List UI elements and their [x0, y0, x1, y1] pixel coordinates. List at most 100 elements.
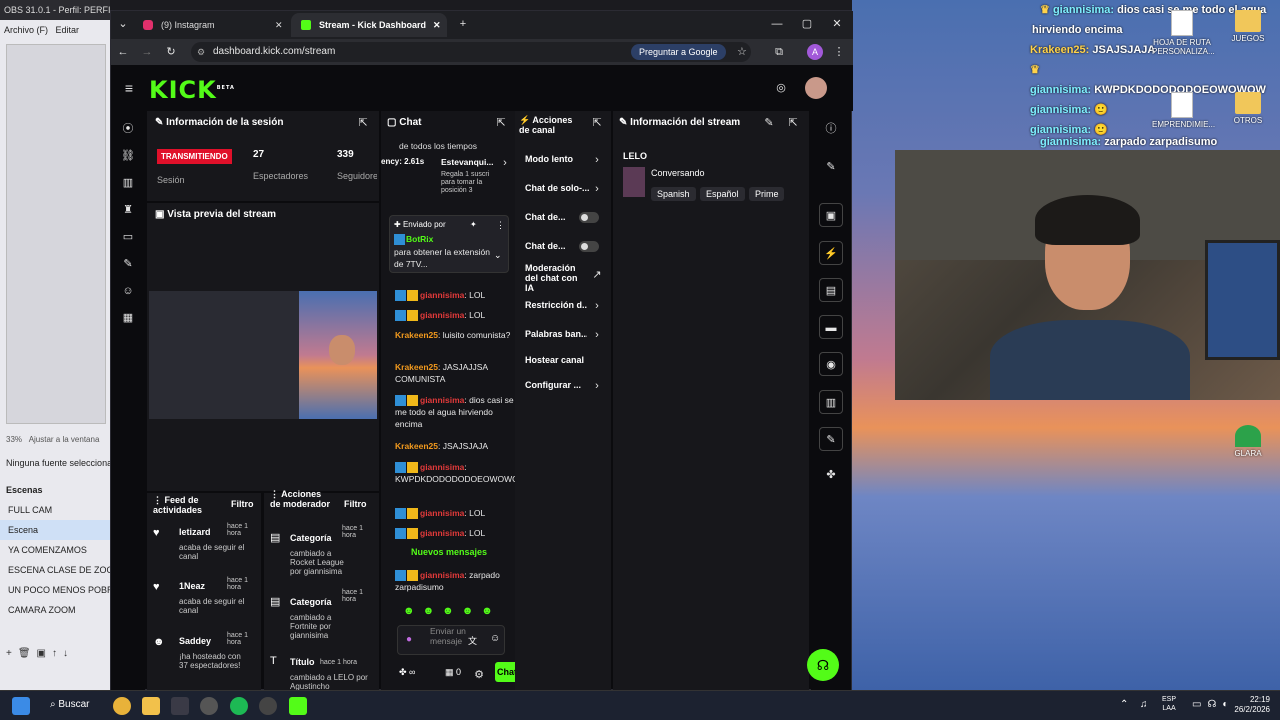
edit-icon[interactable]: ✎ — [761, 115, 777, 131]
translate-icon[interactable]: 文 — [468, 634, 477, 647]
obs-scene-item[interactable]: ESCENA CLASE DE ZOOM — [0, 560, 110, 580]
profile-avatar[interactable]: A — [807, 44, 823, 60]
spotify-icon[interactable] — [230, 697, 248, 715]
action-configure[interactable]: Configurar ... — [525, 380, 587, 390]
send-chat-button[interactable]: Chat — [495, 662, 515, 682]
notifications-icon[interactable]: ◎ — [773, 80, 789, 96]
notes-icon[interactable]: ▤ — [819, 278, 843, 302]
settings-icon[interactable]: ⚙ — [471, 667, 487, 683]
gift-icon[interactable]: ▦ — [120, 310, 136, 326]
tab-kick-dashboard[interactable]: Stream - Kick Dashboard ✕ — [291, 13, 447, 37]
mic-icon[interactable]: ● — [406, 634, 412, 645]
mod-filter-button[interactable]: Filtro — [344, 499, 367, 509]
new-messages-divider[interactable]: Nuevos mensajes — [391, 547, 507, 557]
stream-preview-video[interactable] — [149, 291, 377, 419]
chevron-right-icon[interactable]: › — [497, 155, 513, 171]
gift-user[interactable]: Estevanqui... — [441, 157, 493, 167]
minimize-icon[interactable]: — — [769, 16, 785, 32]
obs-scene-toolbar[interactable]: +🗑▣↑↓ — [6, 648, 74, 659]
chevron-right-icon[interactable]: › — [589, 298, 605, 314]
reload-icon[interactable]: ↻ — [163, 44, 179, 60]
kick-app-icon[interactable] — [289, 697, 307, 715]
chevron-down-icon[interactable]: ⌄ — [494, 250, 502, 261]
points-indicator[interactable]: ✤ ∞ — [399, 667, 415, 678]
kick-logo[interactable]: KICKBETA — [149, 76, 235, 104]
emote-only-toggle[interactable] — [579, 241, 599, 252]
chevron-right-icon[interactable]: › — [589, 378, 605, 394]
menu-dots-icon[interactable]: ⋮ — [831, 44, 847, 60]
feed-user[interactable]: Saddey — [179, 636, 211, 646]
analytics-icon[interactable]: ▥ — [120, 175, 136, 191]
feed-user[interactable]: letizard — [179, 527, 211, 537]
obs-menu-editar[interactable]: Editar — [56, 25, 80, 35]
clip-icon[interactable]: ▣ — [819, 203, 843, 227]
chevron-right-icon[interactable]: › — [589, 152, 605, 168]
users-icon[interactable]: ☺ — [120, 283, 136, 299]
bolt-icon[interactable]: ⚡ — [819, 241, 843, 265]
back-icon[interactable]: ← — [115, 44, 131, 60]
obs-scene-item[interactable]: Escena — [0, 520, 110, 540]
popout-icon[interactable]: ⇱ — [355, 115, 371, 131]
link-icon[interactable]: ⛓ — [120, 148, 136, 164]
app-icon[interactable] — [171, 697, 189, 715]
action-banned-words[interactable]: Palabras ban... — [525, 329, 587, 339]
share-icon[interactable]: ✤ — [823, 467, 839, 483]
tab-instagram[interactable]: (9) Instagram ✕ — [133, 13, 289, 37]
action-restrictions[interactable]: Restricción d... — [525, 300, 587, 310]
chevron-right-icon[interactable]: › — [589, 181, 605, 197]
pin-icon[interactable]: ✦ — [470, 220, 477, 229]
wrench-icon[interactable]: ✎ — [120, 256, 136, 272]
external-link-icon[interactable]: ↗ — [589, 267, 605, 283]
taskbar-clock[interactable]: 22:19 26/2/2026 — [1224, 695, 1270, 715]
popout-icon[interactable]: ⇱ — [785, 115, 801, 131]
emoji-icon[interactable]: ☺ — [490, 633, 500, 644]
obs-scene-item[interactable]: YA COMENZAMOS — [0, 540, 110, 560]
start-icon[interactable] — [12, 697, 30, 715]
site-info-icon[interactable]: ⚙ — [197, 42, 205, 62]
obs-menu-archivo[interactable]: Archivo (F) — [4, 25, 48, 35]
mic-tray-icon[interactable]: ♫ — [1140, 699, 1148, 710]
gift-counter[interactable]: ▦ 0 — [445, 667, 461, 678]
tab-search-icon[interactable]: ⌄ — [115, 16, 131, 32]
chat-input[interactable]: ● Enviar un mensaje 文 ☺ — [397, 625, 505, 655]
extensions-icon[interactable]: ⧉ — [771, 44, 787, 60]
new-tab-icon[interactable]: + — [455, 16, 471, 32]
popout-icon[interactable]: ⇱ — [493, 115, 509, 131]
desktop-icon-doc[interactable]: HOJA DE RUTA PERSONALIZA... — [1152, 10, 1215, 56]
user-avatar[interactable] — [805, 77, 827, 99]
obs-scene-item[interactable]: CAMARA ZOOM — [0, 600, 110, 620]
url-field[interactable]: ⚙ dashboard.kick.com/stream Preguntar a … — [191, 42, 751, 62]
close-icon[interactable]: ✕ — [275, 13, 283, 37]
video-icon[interactable]: ▭ — [120, 229, 136, 245]
trophy-icon[interactable]: ♜ — [120, 202, 136, 218]
feed-user[interactable]: 1Neaz — [179, 581, 205, 591]
broadcast-icon[interactable]: ◉ — [819, 352, 843, 376]
hamburger-menu-icon[interactable]: ≡ — [121, 80, 137, 96]
desktop-icon-folder[interactable]: OTROS — [1218, 92, 1278, 125]
wrench-icon[interactable]: ✎ — [819, 427, 843, 451]
close-icon[interactable]: ✕ — [433, 13, 441, 37]
language-indicator[interactable]: ESP LAA — [1162, 695, 1176, 713]
obs-icon[interactable] — [259, 697, 277, 715]
stream-icon[interactable]: ⦿ — [120, 121, 136, 137]
chat-bubble-icon[interactable]: ▬ — [819, 315, 843, 339]
popout-icon[interactable]: ⇱ — [589, 115, 605, 131]
close-window-icon[interactable]: ✕ — [829, 16, 845, 32]
desktop-icon-folder[interactable]: JUEGOS — [1218, 10, 1278, 43]
pencil-icon[interactable]: ✎ — [823, 159, 839, 175]
info-icon[interactable]: ⓘ — [823, 121, 839, 137]
chevron-right-icon[interactable]: › — [589, 327, 605, 343]
ask-google-button[interactable]: Preguntar a Google — [631, 44, 726, 60]
star-icon[interactable]: ☆ — [737, 42, 747, 62]
tray-chevron-icon[interactable]: ⌃ — [1120, 699, 1128, 710]
openai-icon[interactable] — [200, 697, 218, 715]
emote-bar[interactable]: ☻☻☻☻☻ — [403, 605, 501, 617]
desktop-icon-doc[interactable]: EMPRENDIMIE... — [1152, 92, 1215, 129]
file-explorer-icon[interactable] — [142, 697, 160, 715]
taskbar-search[interactable]: ⌕ Buscar — [50, 699, 90, 710]
maximize-icon[interactable]: ▢ — [799, 16, 815, 32]
forward-icon[interactable]: → — [139, 44, 155, 60]
more-icon[interactable]: ⋮ — [496, 220, 505, 231]
support-headset-icon[interactable]: ☊ — [807, 649, 839, 681]
action-ai-moderation[interactable]: Moderación del chat con IA — [525, 263, 585, 293]
